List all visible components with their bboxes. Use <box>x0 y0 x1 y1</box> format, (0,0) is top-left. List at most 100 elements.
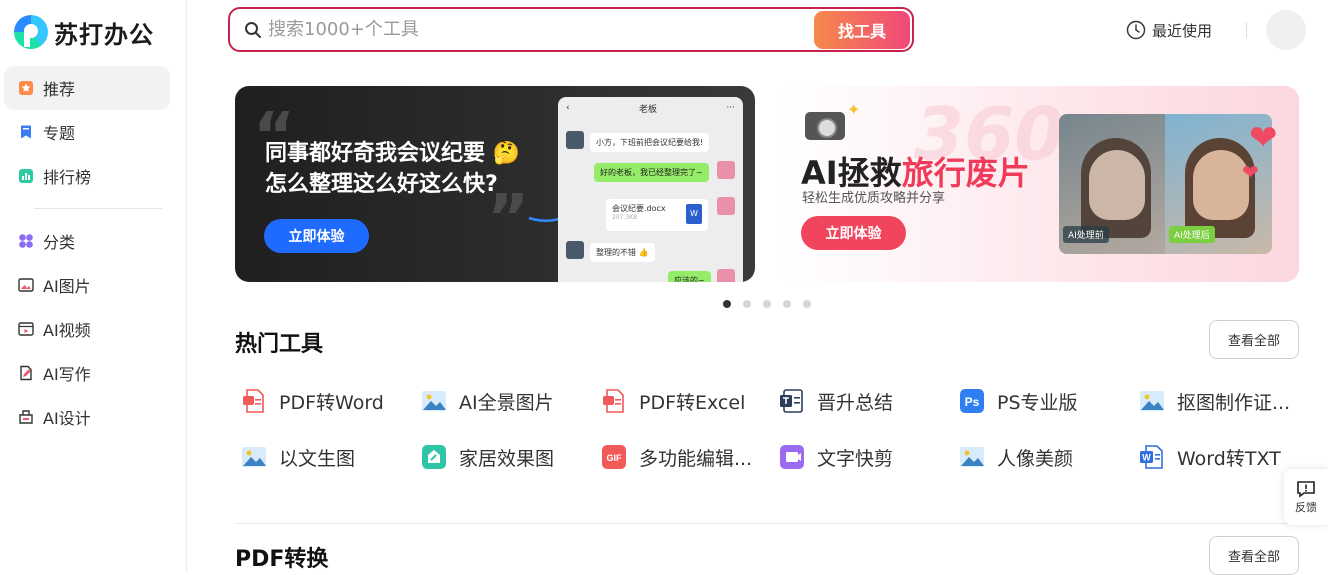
avatar[interactable] <box>1266 10 1306 50</box>
tool-label: 家居效果图 <box>459 447 555 470</box>
sidebar-item-label: AI图片 <box>43 277 91 296</box>
logo-icon <box>14 15 48 49</box>
try-now-button[interactable]: 立即体验 <box>264 219 369 253</box>
tool-item[interactable]: 晋升总结 <box>778 387 958 415</box>
tool-label: PDF转Word <box>279 391 384 414</box>
sidebar-item-label: AI写作 <box>43 365 91 384</box>
sparkle-icon: ✦ <box>847 100 861 119</box>
tool-item[interactable]: PDF转Excel <box>600 387 778 415</box>
tool-item[interactable]: 家居效果图 <box>420 443 600 471</box>
search-input[interactable] <box>268 11 814 48</box>
camera-icon <box>805 112 845 140</box>
category-icon <box>17 232 35 250</box>
see-all-button[interactable]: 查看全部 <box>1209 536 1299 575</box>
sidebar-item-ai-design[interactable]: AI设计 <box>4 395 170 439</box>
sidebar-item-ranking[interactable]: 排行榜 <box>4 154 170 198</box>
tool-item[interactable]: 抠图制作证... <box>1138 387 1318 415</box>
sidebar-item-label: AI设计 <box>43 409 91 428</box>
chart-icon <box>17 167 35 185</box>
sidebar-item-ai-video[interactable]: AI视频 <box>4 307 170 351</box>
try-now-button[interactable]: 立即体验 <box>801 216 906 250</box>
carousel-dot[interactable] <box>803 300 811 308</box>
tool-label: 多功能编辑... <box>639 447 753 470</box>
carousel-dot[interactable] <box>763 300 771 308</box>
tool-item[interactable]: 文字快剪 <box>778 443 958 471</box>
star-icon <box>17 79 35 97</box>
back-icon: ‹ <box>566 103 570 113</box>
gif-icon: GIF <box>600 443 628 471</box>
tool-label: 抠图制作证... <box>1177 391 1291 414</box>
search-bar: 找工具 <box>228 7 914 52</box>
banner-title-line1: 同事都好奇我会议纪要 🤔 <box>265 141 521 166</box>
bookmark-icon <box>17 123 35 141</box>
chat-message: 应该的~ <box>668 271 711 282</box>
tool-item[interactable]: AI全景图片 <box>420 387 600 415</box>
portrait-face <box>1193 150 1249 220</box>
svg-text:Ps: Ps <box>965 395 980 409</box>
image-icon <box>17 276 35 294</box>
tool-item[interactable]: PDF转Word <box>240 387 420 415</box>
chat-name: 老板 <box>639 104 658 115</box>
sidebar-item-category[interactable]: 分类 <box>4 219 170 263</box>
feedback-label: 反馈 <box>1295 501 1317 514</box>
svg-text:GIF: GIF <box>607 453 623 463</box>
tool-label: AI全景图片 <box>459 391 554 414</box>
carousel-dot[interactable] <box>743 300 751 308</box>
sidebar-item-ai-writing[interactable]: AI写作 <box>4 351 170 395</box>
recent-used-button[interactable]: 最近使用 <box>1126 18 1212 42</box>
search-icon <box>245 21 261 38</box>
banner-meeting-notes[interactable]: “ ” 同事都好奇我会议纪要 🤔 怎么整理这么好这么快? 立即体验 ‹ 老板 ·… <box>235 86 755 282</box>
sidebar-nav: 推荐 专题 排行榜 分类 AI图片 AI视频 AI写作 AI设计 <box>4 66 170 439</box>
sidebar: 苏打办公 推荐 专题 排行榜 分类 AI图片 AI视频 AI写作 AI设计 <box>0 0 187 573</box>
sidebar-divider <box>34 208 162 209</box>
sidebar-item-recommend[interactable]: 推荐 <box>4 66 170 110</box>
section-title-pdf: PDF转换 <box>235 547 329 572</box>
tool-item[interactable]: GIF 多功能编辑... <box>600 443 778 471</box>
sidebar-item-topics[interactable]: 专题 <box>4 110 170 154</box>
carousel-dot[interactable] <box>723 300 731 308</box>
avatar <box>566 131 584 149</box>
feedback-button[interactable]: 反馈 <box>1284 469 1328 525</box>
word-icon: W <box>1138 443 1166 471</box>
tool-label: PS专业版 <box>997 391 1078 414</box>
section-divider <box>235 523 1299 524</box>
file-attachment: 会议纪要.docx 207.3KB W <box>606 199 708 231</box>
heart-icon: ❤ <box>1249 118 1278 158</box>
tool-label: PDF转Excel <box>639 391 746 414</box>
tool-item[interactable]: 以文生图 <box>240 443 420 471</box>
after-tag: AI处理后 <box>1169 226 1215 243</box>
video-icon <box>17 320 35 338</box>
carousel-dot[interactable] <box>783 300 791 308</box>
tool-label: Word转TXT <box>1177 447 1281 470</box>
sidebar-item-label: 分类 <box>43 233 76 252</box>
landscape-image-icon <box>420 387 448 415</box>
tool-label: 文字快剪 <box>817 447 894 470</box>
landscape-image-icon <box>958 443 986 471</box>
pdf-icon <box>240 387 268 415</box>
brand-logo[interactable]: 苏打办公 <box>14 14 154 50</box>
header-divider <box>1246 22 1247 38</box>
ps-icon: Ps <box>958 387 986 415</box>
banner-travel-photos[interactable]: 360 ✦ AI拯救旅行废片 轻松生成优质攻略并分享 立即体验 AI处理前 AI… <box>779 86 1299 282</box>
banner-title-line2: 怎么整理这么好这么快? <box>265 172 498 197</box>
landscape-image-icon <box>1138 387 1166 415</box>
word-file-icon: W <box>686 204 702 224</box>
video-clip-icon <box>778 443 806 471</box>
search-button[interactable]: 找工具 <box>814 10 910 49</box>
file-name: 会议纪要.docx <box>612 204 666 213</box>
chat-message: 整理的不错 👍 <box>590 243 655 262</box>
avatar <box>717 269 735 282</box>
avatar <box>566 241 584 259</box>
sidebar-item-label: 专题 <box>43 124 76 143</box>
sidebar-item-ai-image[interactable]: AI图片 <box>4 263 170 307</box>
tool-item[interactable]: 人像美颜 <box>958 443 1138 471</box>
chat-header: ‹ 老板 ··· <box>558 97 743 119</box>
chat-message: 小方，下班前把会议纪要给我! <box>590 133 710 152</box>
design-icon <box>17 408 35 426</box>
landscape-image-icon <box>240 443 268 471</box>
tool-item[interactable]: Ps PS专业版 <box>958 387 1138 415</box>
tool-item[interactable]: W Word转TXT <box>1138 443 1318 471</box>
portrait-face <box>1089 150 1145 220</box>
see-all-button[interactable]: 查看全部 <box>1209 320 1299 359</box>
before-after-photo: AI处理前 AI处理后 <box>1059 114 1272 254</box>
